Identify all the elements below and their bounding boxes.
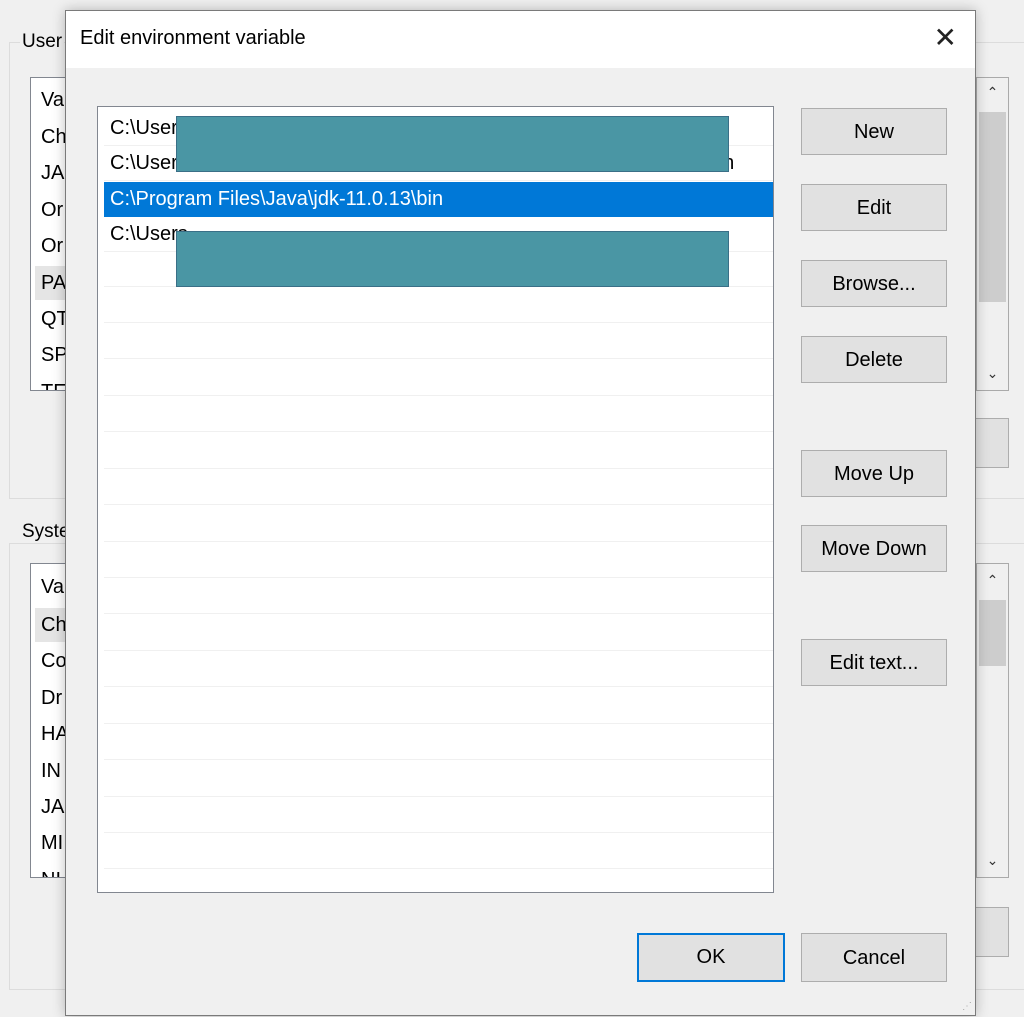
edit-button[interactable]: Edit bbox=[801, 184, 947, 231]
list-item[interactable] bbox=[104, 762, 773, 797]
user-variables-label: User bbox=[20, 31, 65, 53]
list-item[interactable] bbox=[104, 324, 773, 359]
list-item[interactable] bbox=[104, 397, 773, 432]
list-item[interactable] bbox=[104, 725, 773, 760]
scroll-down-icon[interactable]: ⌄ bbox=[977, 365, 1008, 382]
list-item[interactable] bbox=[104, 834, 773, 869]
list-item[interactable] bbox=[104, 288, 773, 323]
list-item[interactable] bbox=[104, 507, 773, 542]
resize-grip-icon[interactable]: ⋰ bbox=[962, 1001, 972, 1012]
close-icon[interactable]: ✕ bbox=[934, 23, 957, 53]
scrollbar-thumb[interactable] bbox=[979, 600, 1006, 666]
title-bar: Edit environment variable ✕ bbox=[66, 11, 975, 68]
browse-button[interactable]: Browse... bbox=[801, 260, 947, 307]
entry-text: C:\Program Files\Java\jdk-11.0.13\bin bbox=[110, 188, 444, 210]
edit-environment-variable-dialog: Edit environment variable ✕ C:\Users C:\… bbox=[65, 10, 976, 1016]
user-list-scrollbar[interactable]: ⌃ ⌄ bbox=[976, 77, 1009, 391]
list-item[interactable] bbox=[104, 543, 773, 578]
list-item[interactable] bbox=[104, 616, 773, 651]
path-entries-list[interactable]: C:\Users C:\Users\bin C:\Program Files\J… bbox=[97, 106, 774, 893]
redaction-block bbox=[176, 231, 729, 287]
scrollbar-thumb[interactable] bbox=[979, 112, 1006, 302]
move-up-button[interactable]: Move Up bbox=[801, 450, 947, 497]
cancel-button[interactable]: Cancel bbox=[801, 933, 947, 982]
move-down-button[interactable]: Move Down bbox=[801, 525, 947, 572]
system-list-scrollbar[interactable]: ⌃ ⌄ bbox=[976, 563, 1009, 878]
edit-text-button[interactable]: Edit text... bbox=[801, 639, 947, 686]
scroll-down-icon[interactable]: ⌄ bbox=[977, 852, 1008, 869]
new-button[interactable]: New bbox=[801, 108, 947, 155]
list-item[interactable] bbox=[104, 579, 773, 614]
scroll-up-icon[interactable]: ⌃ bbox=[977, 84, 1008, 101]
redaction-block bbox=[176, 116, 729, 172]
list-item[interactable] bbox=[104, 361, 773, 396]
list-item[interactable] bbox=[104, 434, 773, 469]
list-item[interactable] bbox=[104, 798, 773, 833]
dialog-title: Edit environment variable bbox=[80, 27, 306, 49]
ok-button[interactable]: OK bbox=[637, 933, 785, 982]
list-item[interactable] bbox=[104, 652, 773, 687]
scroll-up-icon[interactable]: ⌃ bbox=[977, 572, 1008, 589]
system-variables-label: Syste bbox=[20, 521, 72, 543]
list-item[interactable] bbox=[104, 470, 773, 505]
list-item[interactable] bbox=[104, 689, 773, 724]
list-item-selected[interactable]: C:\Program Files\Java\jdk-11.0.13\bin bbox=[104, 182, 773, 217]
delete-button[interactable]: Delete bbox=[801, 336, 947, 383]
